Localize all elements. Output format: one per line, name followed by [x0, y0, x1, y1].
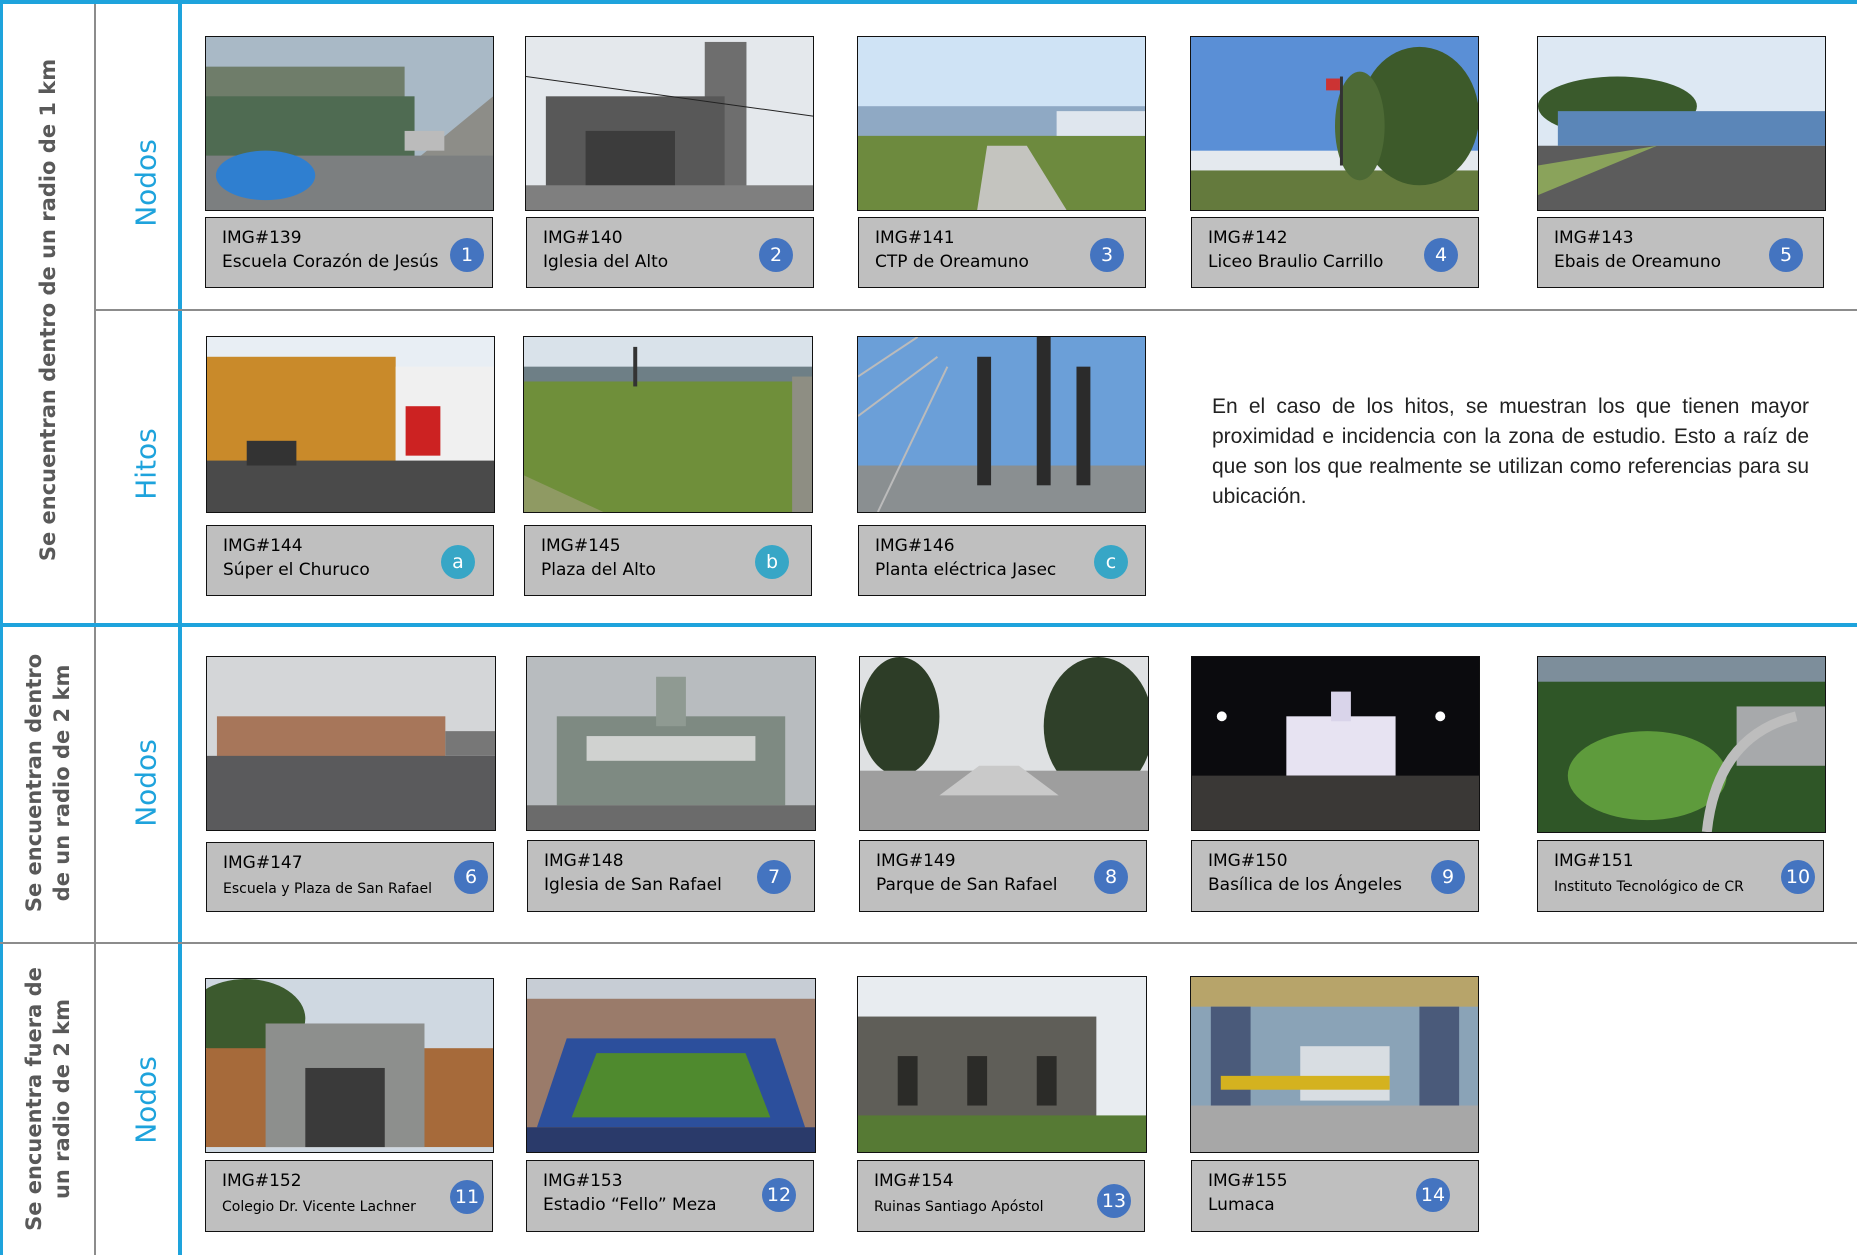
place-name: Escuela y Plaza de San Rafael: [223, 881, 433, 897]
image-id: IMG#149: [876, 851, 956, 871]
place-name: Instituto Tecnológico de CR: [1554, 879, 1744, 895]
photo-escuela-corazon: [205, 36, 494, 211]
image-id: IMG#150: [1208, 851, 1288, 871]
place-name: Parque de San Rafael: [876, 875, 1058, 895]
place-name: Planta eléctrica Jasec: [875, 560, 1057, 580]
section-label-1km: Se encuentran dentro de un radio de 1 km: [36, 58, 60, 562]
letter-badge: a: [441, 545, 475, 579]
number-badge: 2: [759, 238, 793, 272]
subsection-hitos: Hitos: [129, 428, 163, 500]
image-id: IMG#146: [875, 536, 955, 556]
image-id: IMG#147: [223, 853, 303, 873]
photo-iglesia-san-rafael: [526, 656, 816, 831]
place-name: Estadio “Fello” Meza: [543, 1195, 717, 1215]
left-border: [0, 0, 3, 1255]
number-badge: 5: [1769, 238, 1803, 272]
section-label-line: de un radio de 2 km: [50, 664, 74, 902]
place-name: Escuela Corazón de Jesús: [222, 252, 439, 272]
number-badge: 1: [450, 238, 484, 272]
number-badge: 8: [1094, 860, 1128, 894]
number-badge: 14: [1416, 1178, 1450, 1212]
place-name: Súper el Churuco: [223, 560, 370, 580]
image-id: IMG#144: [223, 536, 303, 556]
number-badge: 4: [1424, 238, 1458, 272]
image-id: IMG#145: [541, 536, 621, 556]
photo-colegio-lachner: [205, 978, 494, 1153]
image-id: IMG#148: [544, 851, 624, 871]
row-divider: [96, 309, 1857, 311]
image-id: IMG#153: [543, 1171, 623, 1191]
place-name: Ebais de Oreamuno: [1554, 252, 1721, 272]
image-id: IMG#154: [874, 1171, 954, 1191]
photo-super-churuco: [206, 336, 495, 513]
section-label-line: Se encuentra fuera de: [22, 967, 46, 1231]
place-name: Lumaca: [1208, 1195, 1275, 1215]
section-divider: [0, 942, 1857, 944]
place-name: Ruinas Santiago Apóstol: [874, 1199, 1044, 1215]
image-id: IMG#142: [1208, 228, 1288, 248]
place-name: Colegio Dr. Vicente Lachner: [222, 1199, 416, 1215]
photo-estadio-fello-meza: [526, 978, 816, 1153]
number-badge: 11: [450, 1180, 484, 1214]
number-badge: 10: [1781, 860, 1815, 894]
number-badge: 13: [1097, 1184, 1131, 1218]
photo-ruinas-santiago: [857, 976, 1147, 1153]
image-id: IMG#152: [222, 1171, 302, 1191]
photo-parque-san-rafael: [859, 656, 1149, 831]
image-id: IMG#139: [222, 228, 302, 248]
section-label-line: Se encuentran dentro: [22, 653, 46, 913]
subsection-nodos: Nodos: [129, 739, 163, 827]
place-name: Iglesia de San Rafael: [544, 875, 722, 895]
photo-instituto-tecnologico: [1537, 656, 1826, 833]
letter-badge: b: [755, 545, 789, 579]
image-id: IMG#140: [543, 228, 623, 248]
section-label-2km: Se encuentran dentro de un radio de 2 km: [20, 654, 76, 912]
number-badge: 12: [762, 1178, 796, 1212]
place-name: Liceo Braulio Carrillo: [1208, 252, 1384, 272]
photo-ebais-oreamuno: [1537, 36, 1826, 211]
subsection-nodos: Nodos: [129, 139, 163, 227]
image-id: IMG#151: [1554, 851, 1634, 871]
number-badge: 3: [1090, 238, 1124, 272]
number-badge: 6: [454, 860, 488, 894]
column-divider: [94, 0, 96, 1255]
content-border: [178, 0, 182, 1255]
image-id: IMG#141: [875, 228, 955, 248]
photo-planta-jasec: [857, 336, 1146, 513]
section-label-outside-2km: Se encuentra fuera de un radio de 2 km: [20, 967, 76, 1231]
place-name: Plaza del Alto: [541, 560, 656, 580]
number-badge: 7: [757, 860, 791, 894]
place-name: CTP de Oreamuno: [875, 252, 1029, 272]
letter-badge: c: [1094, 545, 1128, 579]
section-label-line: un radio de 2 km: [50, 998, 74, 1200]
hitos-note: En el caso de los hitos, se muestran los…: [1212, 395, 1809, 508]
photo-escuela-san-rafael: [206, 656, 496, 831]
section-divider: [0, 623, 1857, 627]
place-name: Basílica de los Ángeles: [1208, 875, 1403, 895]
photo-iglesia-alto: [525, 36, 814, 211]
photo-lumaca: [1190, 976, 1479, 1153]
caption: IMG#147 Escuela y Plaza de San Rafael: [206, 842, 494, 912]
photo-ctp-oreamuno: [857, 36, 1146, 211]
photo-basilica-angeles: [1191, 656, 1480, 831]
photo-plaza-alto: [523, 336, 813, 513]
number-badge: 9: [1431, 860, 1465, 894]
image-id: IMG#143: [1554, 228, 1634, 248]
top-border: [0, 0, 1857, 4]
image-id: IMG#155: [1208, 1171, 1288, 1191]
photo-liceo-braulio: [1190, 36, 1479, 211]
subsection-nodos: Nodos: [129, 1056, 163, 1144]
place-name: Iglesia del Alto: [543, 252, 669, 272]
